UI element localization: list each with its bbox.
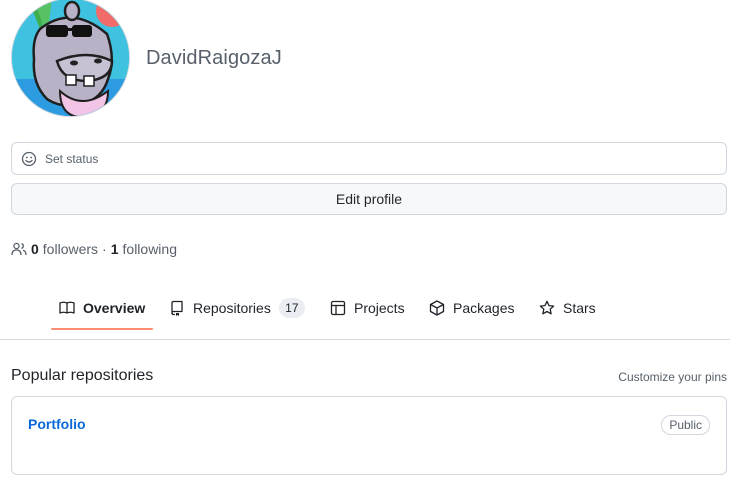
active-tab-indicator [51, 328, 153, 330]
tab-overview-label: Overview [83, 299, 146, 316]
book-icon [59, 301, 75, 314]
popular-repositories-heading: Popular repositories [11, 367, 154, 384]
avatar[interactable] [11, 0, 130, 117]
set-status-button[interactable]: Set status [11, 142, 727, 175]
follow-separator: · [102, 241, 107, 257]
follow-stats: 0 followers · 1 following [11, 241, 177, 257]
star-icon [539, 300, 555, 314]
tab-repositories-label: Repositories [193, 299, 271, 316]
followers-count: 0 [31, 241, 39, 257]
profile-page: DavidRaigozaJ Set status Edit profile 0 … [0, 0, 730, 487]
package-icon [429, 299, 445, 316]
tab-packages-label: Packages [453, 299, 515, 316]
repo-name-link[interactable]: Portfolio [28, 416, 86, 432]
following-link[interactable]: 1 following [111, 241, 177, 257]
tab-overview[interactable]: Overview [59, 285, 145, 330]
tab-projects[interactable]: Projects [330, 285, 405, 330]
table-icon [330, 300, 346, 315]
tab-repositories[interactable]: Repositories 17 [169, 285, 305, 330]
following-count: 1 [110, 241, 119, 257]
tab-stars-label: Stars [563, 299, 596, 316]
hippo-avatar-image [12, 0, 129, 116]
repo-icon [171, 300, 183, 316]
profile-username: DavidRaigozaJ [146, 47, 282, 69]
smiley-icon [21, 151, 37, 166]
repositories-count-badge: 17 [278, 297, 305, 318]
pinned-repo-card: Portfolio Public [11, 396, 727, 475]
edit-profile-button[interactable]: Edit profile [11, 183, 727, 215]
people-icon [11, 242, 27, 256]
followers-link[interactable]: 0 followers [31, 241, 98, 257]
profile-tabs: Overview Repositories 17 Projects Packag… [0, 285, 730, 340]
customize-pins-link[interactable]: Customize your pins [618, 370, 727, 384]
tab-packages[interactable]: Packages [429, 285, 514, 330]
set-status-label: Set status [45, 151, 99, 166]
tab-stars[interactable]: Stars [539, 285, 596, 330]
visibility-badge: Public [661, 415, 710, 435]
tab-projects-label: Projects [354, 299, 405, 316]
followers-label: followers [42, 241, 99, 257]
following-label: following [122, 241, 177, 257]
